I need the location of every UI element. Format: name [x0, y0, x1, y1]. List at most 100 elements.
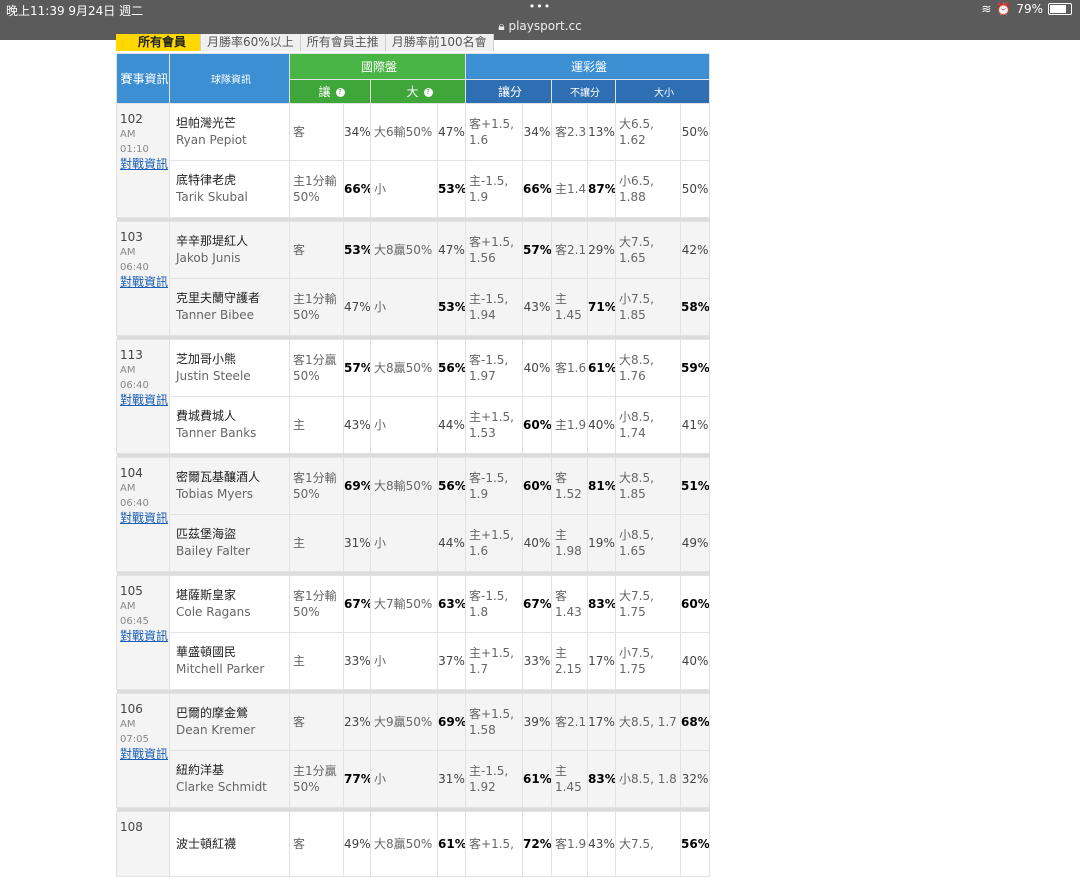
spread-pct: 67%: [343, 575, 371, 633]
help-icon[interactable]: ?: [423, 88, 433, 97]
spread-value[interactable]: 主: [289, 514, 344, 572]
total-value[interactable]: 大6輸50%: [370, 103, 438, 161]
total-value[interactable]: 大8贏50%: [370, 339, 438, 397]
team-cell: 密爾瓦基釀酒人 Tobias Myers: [169, 457, 290, 515]
size-value[interactable]: 小8.5, 1.74: [615, 396, 682, 454]
lock-icon: 🔒︎: [498, 19, 509, 33]
total-value[interactable]: 小: [370, 632, 438, 690]
matchup-info-link[interactable]: 對戰資訊: [120, 157, 168, 171]
game-ampm: AM: [120, 483, 136, 494]
total-value[interactable]: 小: [370, 396, 438, 454]
lottery-spread-value[interactable]: 主-1.5, 1.9: [465, 160, 524, 218]
table-row: 華盛頓國民 Mitchell Parker 主 33% 小 37% 主+1.5, 1.7 33…: [117, 632, 711, 690]
no-spread-value[interactable]: 客2.3: [551, 103, 589, 161]
pitcher-name: Cole Ragans: [176, 605, 251, 619]
size-value[interactable]: 小8.5, 1.65: [615, 514, 682, 572]
no-spread-value[interactable]: 客1.9: [551, 811, 589, 877]
spread-value[interactable]: 客: [289, 103, 344, 161]
lottery-spread-value[interactable]: 客-1.5, 1.9: [465, 457, 524, 515]
table-row: 108 波士頓紅襪 客 49% 大8贏50% 61% 客+1.5, 72% 客1.9 43% 大7.…: [116, 811, 711, 877]
size-value[interactable]: 大6.5, 1.62: [615, 103, 682, 161]
game-time: 06:40: [120, 498, 149, 509]
size-value[interactable]: 大7.5, 1.75: [615, 575, 682, 633]
no-spread-pct: 17%: [587, 693, 617, 751]
size-value[interactable]: 大8.5, 1.85: [615, 457, 682, 515]
lottery-spread-value[interactable]: 客+1.5, 1.56: [465, 221, 524, 279]
spread-value[interactable]: 主: [289, 396, 344, 454]
size-value[interactable]: 小7.5, 1.75: [615, 632, 682, 690]
matchup-info-link[interactable]: 對戰資訊: [120, 511, 168, 525]
total-value[interactable]: 大8贏50%: [370, 221, 438, 279]
spread-value[interactable]: 主: [289, 632, 344, 690]
no-spread-value[interactable]: 主1.4: [551, 160, 589, 218]
lottery-spread-value[interactable]: 客-1.5, 1.8: [465, 575, 524, 633]
no-spread-pct: 13%: [587, 103, 617, 161]
spread-pct: 49%: [343, 811, 371, 877]
lottery-spread-value[interactable]: 客+1.5,: [465, 811, 524, 877]
no-spread-value[interactable]: 客2.1: [551, 221, 589, 279]
total-value[interactable]: 大9贏50%: [370, 693, 438, 751]
total-value[interactable]: 小: [370, 750, 438, 808]
game-time: 07:05: [120, 734, 149, 745]
no-spread-value[interactable]: 客 1.43: [551, 575, 589, 633]
size-value[interactable]: 大8.5, 1.76: [615, 339, 682, 397]
game-info: 105 AM 06:45 對戰資訊: [116, 575, 170, 690]
help-icon[interactable]: ?: [335, 88, 345, 97]
total-value[interactable]: 大8贏50%: [370, 811, 438, 877]
no-spread-value[interactable]: 客2.1: [551, 693, 589, 751]
size-value[interactable]: 小6.5, 1.88: [615, 160, 682, 218]
total-value[interactable]: 小: [370, 514, 438, 572]
tab-all-members[interactable]: 所有會員: [116, 34, 202, 51]
spread-pct: 47%: [343, 278, 371, 336]
matchup-info-link[interactable]: 對戰資訊: [120, 747, 168, 761]
lottery-spread-value[interactable]: 主+1.5, 1.7: [465, 632, 524, 690]
no-spread-value[interactable]: 主 2.15: [551, 632, 589, 690]
spread-value[interactable]: 客: [289, 221, 344, 279]
total-value[interactable]: 大7輸50%: [370, 575, 438, 633]
spread-value[interactable]: 主1分輸50%: [289, 278, 344, 336]
tab-top-100[interactable]: 月勝率前100名會: [386, 34, 494, 51]
lottery-spread-value[interactable]: 主+1.5, 1.6: [465, 514, 524, 572]
spread-value[interactable]: 主1分贏50%: [289, 750, 344, 808]
size-value[interactable]: 大8.5, 1.7: [615, 693, 682, 751]
table-row: 102 AM 01:10 對戰資訊 坦帕灣光芒 Ryan Pepiot 客 34% 大6輸50%…: [116, 103, 711, 218]
no-spread-value[interactable]: 主1.9: [551, 396, 589, 454]
matchup-info-link[interactable]: 對戰資訊: [120, 629, 168, 643]
team-name: 匹茲堡海盜: [176, 527, 237, 541]
size-value[interactable]: 大7.5,: [615, 811, 682, 877]
size-value[interactable]: 小8.5, 1.8: [615, 750, 682, 808]
no-spread-value[interactable]: 客 1.52: [551, 457, 589, 515]
lottery-spread-value[interactable]: 主-1.5, 1.92: [465, 750, 524, 808]
lottery-spread-value[interactable]: 主+1.5, 1.53: [465, 396, 524, 454]
tab-dots[interactable]: •••: [0, 0, 1080, 13]
size-value[interactable]: 大7.5, 1.65: [615, 221, 682, 279]
spread-value[interactable]: 主1分輸50%: [289, 160, 344, 218]
tab-monthly-winrate-60[interactable]: 月勝率60%以上: [201, 34, 301, 51]
spread-value[interactable]: 客1分輸50%: [289, 575, 344, 633]
spread-pct: 53%: [343, 221, 371, 279]
no-spread-value[interactable]: 客1.6: [551, 339, 589, 397]
lottery-spread-value[interactable]: 客+1.5, 1.58: [465, 693, 524, 751]
size-pct: 49%: [680, 514, 711, 572]
spread-value[interactable]: 客: [289, 811, 344, 877]
lottery-spread-value[interactable]: 主-1.5, 1.94: [465, 278, 524, 336]
spread-value[interactable]: 客1分贏50%: [289, 339, 344, 397]
matchup-info-link[interactable]: 對戰資訊: [120, 393, 168, 407]
size-value[interactable]: 小7.5, 1.85: [615, 278, 682, 336]
total-value[interactable]: 小: [370, 160, 438, 218]
size-pct: 32%: [680, 750, 711, 808]
no-spread-value[interactable]: 主 1.98: [551, 514, 589, 572]
no-spread-value[interactable]: 主 1.45: [551, 278, 589, 336]
url-bar[interactable]: 🔒︎ playsport.cc: [0, 19, 1080, 34]
matchup-info-link[interactable]: 對戰資訊: [120, 275, 168, 289]
lottery-spread-value[interactable]: 客-1.5, 1.97: [465, 339, 524, 397]
spread-value[interactable]: 客: [289, 693, 344, 751]
no-spread-value[interactable]: 主 1.45: [551, 750, 589, 808]
total-pct: 31%: [436, 750, 467, 808]
lottery-spread-value[interactable]: 客+1.5, 1.6: [465, 103, 524, 161]
no-spread-pct: 29%: [587, 221, 617, 279]
total-value[interactable]: 大8輸50%: [370, 457, 438, 515]
total-value[interactable]: 小: [370, 278, 438, 336]
tab-all-members-picks[interactable]: 所有會員主推: [301, 34, 386, 51]
spread-value[interactable]: 客1分輸50%: [289, 457, 344, 515]
